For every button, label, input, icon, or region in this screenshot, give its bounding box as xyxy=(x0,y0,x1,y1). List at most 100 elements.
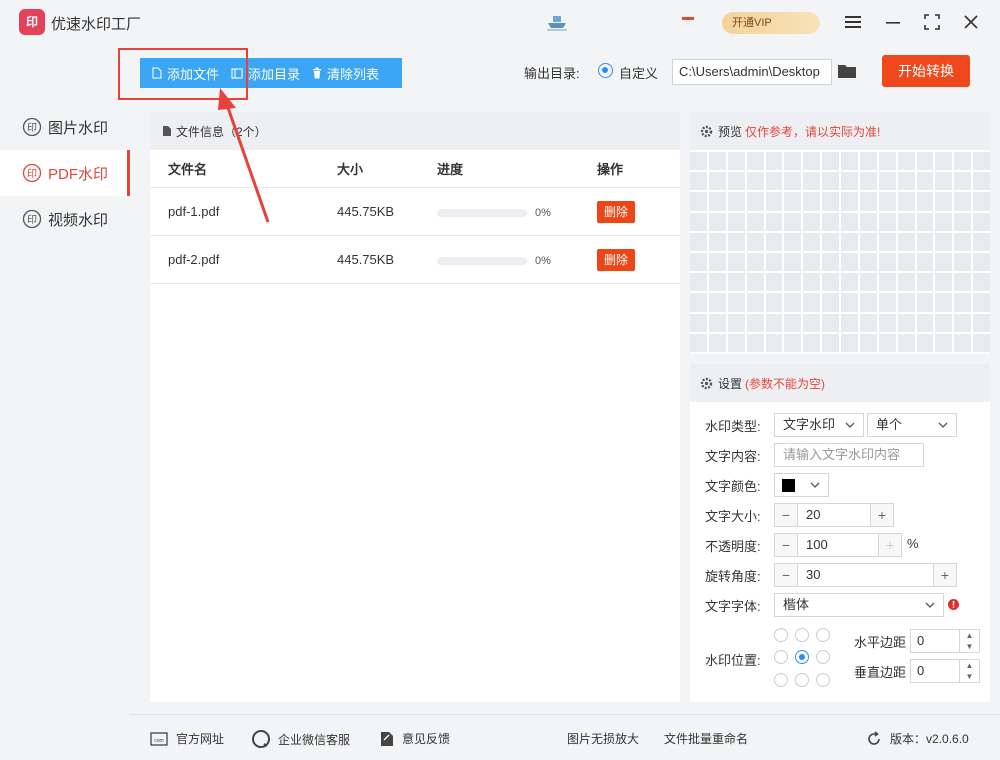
file-panel-header: 文件信息（2个） xyxy=(150,112,680,150)
spin-arrows-icon[interactable]: ▲ ▼ xyxy=(959,660,979,682)
footer-enlarge-label: 图片无损放大 xyxy=(567,732,640,746)
spin-arrows-icon[interactable]: ▲ ▼ xyxy=(959,630,979,652)
preview-tile xyxy=(935,232,953,251)
clear-list-button[interactable]: 清除列表 xyxy=(300,58,379,88)
folder-icon[interactable] xyxy=(837,62,857,80)
position-center[interactable] xyxy=(795,650,809,664)
preview-canvas xyxy=(690,152,990,352)
footer-feedback-link[interactable]: 意见反馈 xyxy=(380,730,450,747)
preview-tile xyxy=(954,212,972,231)
position-top-left[interactable] xyxy=(774,628,788,642)
position-bottom-right[interactable] xyxy=(816,673,830,687)
position-bottom-left[interactable] xyxy=(774,673,788,687)
font-label: 文字字体: xyxy=(705,599,761,614)
rotation-value[interactable]: 30 xyxy=(797,564,934,586)
start-convert-button[interactable]: 开始转换 xyxy=(882,55,970,87)
gear-icon xyxy=(700,125,713,137)
progress-percent: 0% xyxy=(535,254,551,267)
preview-tile xyxy=(746,212,764,231)
flag-icon[interactable] xyxy=(680,14,696,30)
preview-tile xyxy=(841,273,858,292)
menu-icon[interactable] xyxy=(841,10,865,34)
text-content-input[interactable]: 请输入文字水印内容 xyxy=(774,443,924,467)
footer-wechat-link[interactable]: 企业微信客服 xyxy=(252,730,350,748)
preview-tile xyxy=(708,152,726,171)
watermark-type-select[interactable]: 文字水印 xyxy=(774,413,864,437)
preview-tile xyxy=(784,232,802,251)
preview-tile xyxy=(708,172,726,191)
text-color-picker[interactable] xyxy=(774,473,829,497)
delete-button[interactable]: 删除 xyxy=(597,248,636,271)
horizontal-margin-input[interactable]: 0 ▲ ▼ xyxy=(910,629,980,653)
watermark-mode-select[interactable]: 单个 xyxy=(867,413,957,437)
increment-button[interactable]: + xyxy=(879,534,901,556)
table-header: 文件名 大小 进度 操作 xyxy=(150,150,680,188)
preview-tile xyxy=(841,252,858,272)
sidebar: 印 图片水印 印 PDF水印 印 视频水印 xyxy=(0,104,130,242)
footer-rename-link[interactable]: 文件批量重命名 xyxy=(664,730,748,747)
preview-tile xyxy=(690,192,707,211)
app-title: 优速水印工厂 xyxy=(51,16,142,33)
watermark-icon: 印 xyxy=(22,117,42,137)
table-row[interactable]: pdf-2.pdf 445.75KB 0% 删除 xyxy=(150,236,680,284)
sidebar-item-video-watermark[interactable]: 印 视频水印 xyxy=(0,196,130,242)
preview-tile xyxy=(935,333,953,352)
preview-tile xyxy=(765,293,783,312)
preview-tile xyxy=(784,313,802,332)
vip-promo-badge[interactable]: 开通VIP xyxy=(722,12,820,34)
footer-version[interactable]: 版本：v2.0.6.0 xyxy=(866,730,969,747)
preview-tile xyxy=(690,333,707,352)
position-middle-left[interactable] xyxy=(774,650,788,664)
increment-button[interactable]: + xyxy=(934,564,956,586)
preview-tile xyxy=(822,212,839,231)
preview-tile xyxy=(841,152,858,171)
decrement-button[interactable]: − xyxy=(775,534,797,556)
text-content-label: 文字内容: xyxy=(705,449,761,464)
preview-tile xyxy=(973,333,990,352)
chevron-down-icon xyxy=(845,422,855,428)
footer-enlarge-link[interactable]: 图片无损放大 xyxy=(567,730,639,747)
sidebar-item-image-watermark[interactable]: 印 图片水印 xyxy=(0,104,130,150)
position-top-center[interactable] xyxy=(795,628,809,642)
preview-tile xyxy=(916,172,934,191)
table-row[interactable]: pdf-1.pdf 445.75KB 0% 删除 xyxy=(150,188,680,236)
vertical-margin-input[interactable]: 0 ▲ ▼ xyxy=(910,659,980,683)
output-path-field[interactable]: C:\Users\admin\Desktop xyxy=(672,59,832,85)
increment-button[interactable]: + xyxy=(871,504,893,526)
preview-tile xyxy=(878,273,896,292)
footer-website-link[interactable]: com 官方网址 xyxy=(150,730,224,747)
rotation-stepper[interactable]: − 30 + xyxy=(774,563,957,587)
decrement-button[interactable]: − xyxy=(775,504,797,526)
position-top-right[interactable] xyxy=(816,628,830,642)
delete-button[interactable]: 删除 xyxy=(597,200,636,223)
preview-tile xyxy=(916,313,934,332)
close-icon[interactable] xyxy=(959,10,983,34)
add-directory-label: 添加目录 xyxy=(248,66,301,82)
preview-tile xyxy=(954,333,972,352)
preview-tile xyxy=(897,313,915,332)
text-size-stepper[interactable]: − 20 + xyxy=(774,503,894,527)
custom-output-radio[interactable] xyxy=(598,63,613,78)
footer-wechat-label: 企业微信客服 xyxy=(278,732,351,747)
position-bottom-center[interactable] xyxy=(795,673,809,687)
preview-tile xyxy=(878,172,896,191)
preview-tile xyxy=(841,172,858,191)
preview-tile xyxy=(727,212,745,231)
text-size-value[interactable]: 20 xyxy=(797,504,871,526)
maximize-icon[interactable] xyxy=(920,10,944,34)
file-panel-title: 文件信息（2个） xyxy=(176,124,267,139)
font-select[interactable]: 楷体 xyxy=(774,593,944,617)
preview-tile xyxy=(916,232,934,251)
preview-tile xyxy=(878,333,896,352)
opacity-stepper[interactable]: − 100 + xyxy=(774,533,902,557)
preview-tile xyxy=(727,333,745,352)
decrement-button[interactable]: − xyxy=(775,564,797,586)
vertical-margin-value: 0 xyxy=(917,663,925,678)
opacity-value[interactable]: 100 xyxy=(797,534,879,556)
position-middle-right[interactable] xyxy=(816,650,830,664)
sidebar-item-pdf-watermark[interactable]: 印 PDF水印 xyxy=(0,150,130,196)
preview-tile xyxy=(973,252,990,272)
preview-tile xyxy=(859,152,877,171)
minimize-icon[interactable] xyxy=(881,10,905,34)
ship-icon[interactable] xyxy=(545,12,569,32)
